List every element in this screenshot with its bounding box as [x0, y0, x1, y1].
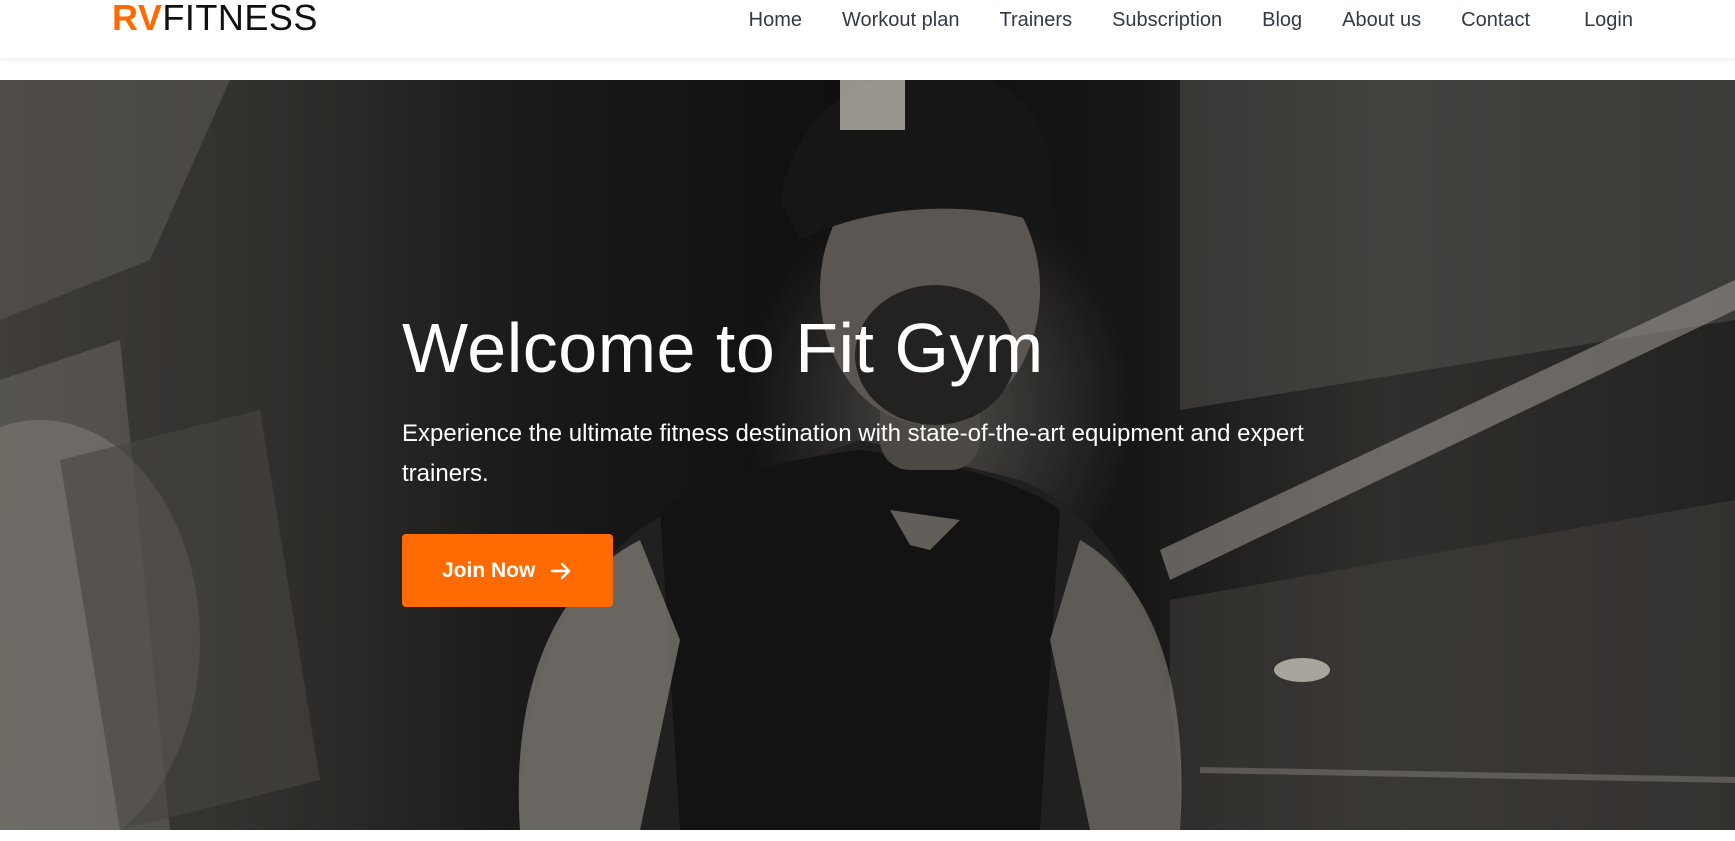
join-now-label: Join Now	[442, 558, 536, 582]
main-nav: Home Workout plan Trainers Subscription …	[749, 0, 1633, 40]
hero-title: Welcome to Fit Gym	[402, 309, 1044, 387]
hero-subtitle: Experience the ultimate fitness destinat…	[402, 420, 1304, 487]
hero-content: Welcome to Fit Gym Experience the ultima…	[402, 306, 1382, 607]
brand-logo[interactable]: RVFITNESS	[112, 0, 318, 40]
nav-link-subscription[interactable]: Subscription	[1112, 9, 1222, 32]
arrow-right-icon	[549, 559, 573, 583]
nav-link-login[interactable]: Login	[1584, 9, 1633, 32]
nav-link-home[interactable]: Home	[749, 9, 802, 32]
top-navbar: RVFITNESS Home Workout plan Trainers Sub…	[0, 0, 1735, 58]
nav-link-blog[interactable]: Blog	[1262, 9, 1302, 32]
nav-link-about-us[interactable]: About us	[1342, 9, 1421, 32]
nav-link-workout-plan[interactable]: Workout plan	[842, 9, 959, 32]
nav-link-trainers[interactable]: Trainers	[999, 9, 1072, 32]
brand-logo-accent: RV	[112, 0, 163, 38]
nav-link-contact[interactable]: Contact	[1461, 9, 1530, 32]
brand-logo-name: FITNESS	[162, 0, 318, 38]
join-now-button[interactable]: Join Now	[402, 534, 614, 607]
hero-section: Welcome to Fit Gym Experience the ultima…	[0, 80, 1735, 830]
